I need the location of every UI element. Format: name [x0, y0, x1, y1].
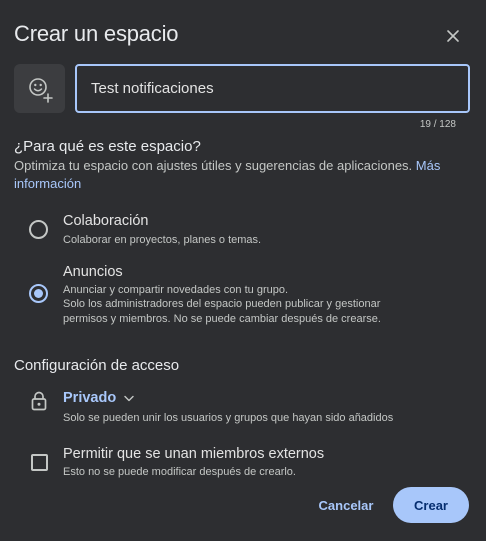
create-button[interactable]: Crear [393, 487, 469, 523]
chevron-down-icon [124, 395, 134, 401]
purpose-description-text: Optimiza tu espacio con ajustes útiles y… [14, 158, 413, 173]
space-name-input[interactable] [75, 64, 470, 113]
announcements-description-line1: Anunciar y compartir novedades con tu gr… [63, 284, 289, 296]
privacy-dropdown[interactable]: Privado [63, 390, 134, 406]
external-members-description: Esto no se puede modificar después de cr… [63, 466, 296, 478]
collaboration-label: Colaboración [63, 213, 149, 229]
purpose-heading: ¿Para qué es este espacio? [14, 138, 201, 155]
announcements-description-line2: Solo los administradores del espacio pue… [63, 298, 381, 310]
access-heading: Configuración de acceso [14, 357, 180, 374]
close-button[interactable] [440, 23, 466, 49]
collaboration-radio[interactable] [29, 220, 48, 239]
privacy-value: Privado [63, 390, 117, 406]
lock-icon [31, 391, 47, 411]
create-space-dialog: Crear un espacio 19 / 128 ¿Para qué es e… [0, 0, 486, 541]
external-members-checkbox[interactable] [31, 454, 48, 471]
privacy-description: Solo se pueden unir los usuarios y grupo… [63, 412, 394, 424]
announcements-radio[interactable] [29, 284, 48, 303]
emoji-picker-button[interactable] [14, 64, 65, 113]
purpose-description: Optimiza tu espacio con ajustes útiles y… [14, 157, 454, 193]
character-counter: 19 / 128 [419, 119, 456, 130]
dialog-title: Crear un espacio [14, 21, 179, 46]
collaboration-description: Colaborar en proyectos, planes o temas. [63, 234, 262, 246]
cancel-button[interactable]: Cancelar [309, 488, 383, 522]
external-members-label: Permitir que se unan miembros externos [63, 446, 325, 462]
add-emoji-icon [28, 77, 53, 103]
close-icon [447, 30, 459, 42]
announcements-description-line3: permisos y miembros. No se puede cambiar… [63, 313, 381, 325]
announcements-label: Anuncios [63, 264, 123, 280]
